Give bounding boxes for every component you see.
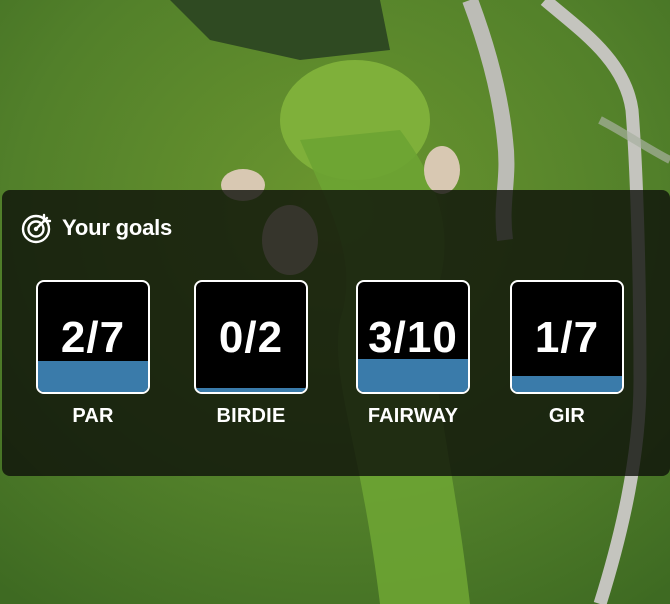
goals-panel: Your goals 2/7 PAR 0/2 BIRDIE 3/10 FAIRW… — [2, 190, 670, 476]
goals-title: Your goals — [62, 215, 173, 240]
goal-label: BIRDIE — [216, 405, 286, 427]
goal-label: PAR — [72, 405, 114, 427]
goal-value: 3/10 — [368, 313, 458, 362]
goal-birdie[interactable]: 0/2 BIRDIE — [194, 280, 308, 428]
goal-progress-box: 3/10 — [356, 280, 470, 394]
goal-label: FAIRWAY — [367, 405, 459, 427]
goal-progress-fill — [196, 388, 306, 392]
goal-par[interactable]: 2/7 PAR — [36, 280, 150, 428]
target-arrow-icon — [21, 213, 52, 244]
goal-value: 1/7 — [534, 313, 600, 362]
goal-value: 0/2 — [218, 313, 284, 362]
goal-label: GIR — [548, 405, 586, 427]
goal-value: 2/7 — [60, 313, 126, 362]
goal-progress-box: 2/7 — [36, 280, 150, 394]
goal-progress-fill — [512, 376, 622, 392]
goals-header: Your goals — [21, 212, 172, 244]
goal-gir[interactable]: 1/7 GIR — [510, 280, 624, 428]
goal-fairway[interactable]: 3/10 FAIRWAY — [356, 280, 470, 428]
goal-progress-fill — [38, 361, 148, 392]
goal-progress-box: 0/2 — [194, 280, 308, 394]
goal-progress-box: 1/7 — [510, 280, 624, 394]
